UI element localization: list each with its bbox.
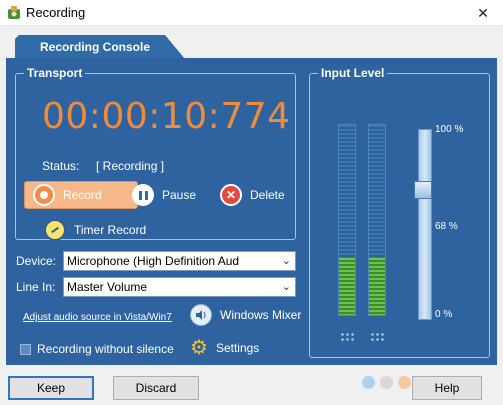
decorative-dots: [362, 376, 411, 389]
input-volume-slider[interactable]: [418, 129, 432, 320]
status-label: Status:: [42, 159, 80, 173]
record-label: Record: [63, 188, 102, 202]
scale-label-top: 100 %: [435, 124, 464, 135]
help-button[interactable]: Help: [412, 376, 482, 400]
right-meter-grip-icon: [370, 332, 384, 342]
right-level-meter: [368, 124, 386, 316]
chevron-down-icon: ⌄: [281, 255, 291, 267]
recording-console-panel: Transport 00:00:10:774 Status: [ Recordi…: [6, 58, 497, 365]
delete-button[interactable]: ✕ Delete: [220, 184, 285, 206]
scale-label-bottom: 0 %: [435, 309, 453, 320]
record-icon: [33, 184, 55, 206]
delete-label: Delete: [250, 188, 285, 202]
input-level-group: Input Level 100 % 68 % 0 %: [309, 66, 490, 358]
timer-record-button[interactable]: Timer Record: [44, 219, 146, 241]
record-button[interactable]: Record: [24, 181, 138, 209]
status-value: [ Recording ]: [96, 159, 165, 173]
line-in-select[interactable]: Master Volume ⌄: [63, 277, 296, 297]
speaker-icon: [190, 304, 212, 326]
left-level-meter: [338, 124, 356, 316]
title-bar: Recording ✕: [0, 0, 503, 26]
right-level-fill: [369, 258, 385, 315]
device-select-value: Microphone (High Definition Aud: [67, 254, 240, 268]
input-volume-slider-thumb[interactable]: [414, 181, 432, 199]
recording-without-silence-option[interactable]: Recording without silence: [20, 342, 174, 356]
delete-icon: ✕: [220, 184, 242, 206]
scale-label-mid: 68 %: [435, 221, 458, 232]
left-meter-grip-icon: [340, 332, 354, 342]
timer-record-label: Timer Record: [74, 223, 147, 237]
transport-title: Transport: [24, 66, 86, 80]
line-in-label: Line In:: [16, 280, 56, 294]
windows-mixer-label: Windows Mixer: [220, 308, 302, 322]
settings-button[interactable]: ⚙ Settings: [190, 337, 259, 359]
pause-label: Pause: [162, 188, 197, 202]
tab-recording-console[interactable]: Recording Console: [15, 35, 185, 59]
gear-icon: ⚙: [190, 337, 208, 359]
line-in-select-value: Master Volume: [67, 280, 148, 294]
close-button[interactable]: ✕: [463, 0, 503, 26]
recording-without-silence-checkbox[interactable]: [20, 343, 31, 355]
chevron-down-icon: ⌄: [281, 281, 291, 293]
device-select[interactable]: Microphone (High Definition Aud ⌄: [63, 251, 296, 271]
discard-button[interactable]: Discard: [113, 376, 199, 400]
input-level-title: Input Level: [318, 66, 388, 80]
app-icon: [8, 6, 20, 19]
pause-button[interactable]: Pause: [132, 184, 196, 206]
recording-without-silence-label: Recording without silence: [37, 342, 174, 356]
adjust-audio-source-link[interactable]: Adjust audio source in Vista/Win7: [23, 312, 172, 323]
pause-icon: [132, 184, 154, 206]
elapsed-timer: 00:00:10:774: [42, 96, 291, 137]
keep-button[interactable]: Keep: [8, 376, 94, 400]
left-level-fill: [339, 258, 355, 315]
window-title: Recording: [26, 5, 86, 20]
windows-mixer-button[interactable]: Windows Mixer: [190, 304, 301, 326]
transport-group: Transport 00:00:10:774 Status: [ Recordi…: [15, 66, 296, 241]
settings-label: Settings: [215, 341, 260, 355]
device-label: Device:: [16, 254, 57, 268]
clock-icon: [44, 219, 66, 241]
